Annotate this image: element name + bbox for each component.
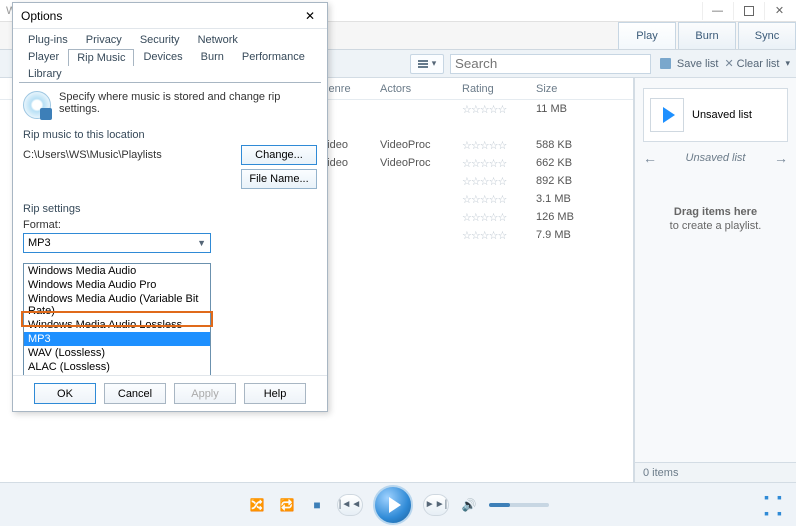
search-input[interactable] bbox=[450, 54, 651, 74]
col-actors[interactable]: Actors bbox=[380, 83, 462, 95]
cell-rating[interactable]: ☆☆☆☆☆ bbox=[462, 139, 536, 152]
dialog-intro: Specify where music is stored and change… bbox=[59, 91, 317, 115]
cell-size: 7.9 MB bbox=[536, 229, 596, 241]
cancel-button[interactable]: Cancel bbox=[104, 383, 166, 404]
rip-music-icon bbox=[23, 91, 51, 119]
format-combo[interactable]: MP3 ▼ bbox=[23, 233, 211, 253]
apply-button[interactable]: Apply bbox=[174, 383, 236, 404]
minimize-button[interactable] bbox=[702, 2, 732, 20]
tab-network[interactable]: Network bbox=[189, 31, 247, 48]
shuffle-button[interactable]: 🔀 bbox=[247, 495, 267, 515]
save-list-button[interactable]: Save list bbox=[677, 58, 719, 70]
drop-sub: to create a playlist. bbox=[670, 220, 762, 232]
cell-rating[interactable]: ☆☆☆☆☆ bbox=[462, 229, 536, 242]
status-bar: 0 items bbox=[635, 462, 796, 482]
chevron-down-icon: ▼ bbox=[197, 238, 206, 248]
format-value: MP3 bbox=[28, 237, 51, 249]
playlist-tile-label: Unsaved list bbox=[692, 109, 752, 121]
cell-actors: VideoProc bbox=[380, 157, 462, 169]
tab-rip-music[interactable]: Rip Music bbox=[68, 49, 134, 66]
list-menu-chevron[interactable]: ▾ bbox=[785, 58, 790, 69]
cell-rating[interactable]: ☆☆☆☆☆ bbox=[462, 157, 536, 170]
cell-size: 126 MB bbox=[536, 211, 596, 223]
format-label: Format: bbox=[23, 219, 317, 231]
format-option[interactable]: Windows Media Audio bbox=[24, 264, 210, 278]
close-button[interactable] bbox=[764, 2, 794, 20]
cell-size: 662 KB bbox=[536, 157, 596, 169]
col-size[interactable]: Size bbox=[536, 83, 596, 95]
dialog-close-button[interactable]: ✕ bbox=[301, 7, 319, 25]
format-option[interactable]: Windows Media Audio Lossless bbox=[24, 318, 210, 332]
change-location-button[interactable]: Change... bbox=[241, 145, 317, 165]
volume-slider[interactable] bbox=[489, 503, 549, 507]
mini-view-button[interactable]: ▪ ▪▪ ▪ bbox=[764, 489, 784, 521]
tab-performance[interactable]: Performance bbox=[233, 48, 314, 65]
format-option[interactable]: WAV (Lossless) bbox=[24, 346, 210, 360]
col-genre[interactable]: Genre bbox=[320, 83, 380, 95]
cell-size: 892 KB bbox=[536, 175, 596, 187]
col-rating[interactable]: Rating bbox=[462, 83, 536, 95]
cell-genre: Video bbox=[320, 157, 380, 169]
format-option[interactable]: ALAC (Lossless) bbox=[24, 360, 210, 374]
tab-plugins[interactable]: Plug-ins bbox=[19, 31, 77, 48]
tab-security[interactable]: Security bbox=[131, 31, 189, 48]
tab-player[interactable]: Player bbox=[19, 48, 68, 65]
format-option[interactable]: Windows Media Audio Pro bbox=[24, 278, 210, 292]
prev-list-button[interactable]: ← bbox=[643, 150, 657, 166]
cell-size: 11 MB bbox=[536, 103, 596, 115]
view-mode-button[interactable] bbox=[410, 54, 444, 74]
play-pause-button[interactable] bbox=[373, 485, 413, 525]
maximize-button[interactable] bbox=[733, 2, 763, 20]
ok-button[interactable]: OK bbox=[34, 383, 96, 404]
format-option[interactable]: FLAC (Lossless) bbox=[24, 374, 210, 375]
drop-zone[interactable]: Drag items here to create a playlist. bbox=[635, 166, 796, 462]
rip-path: C:\Users\WS\Music\Playlists bbox=[23, 149, 162, 161]
next-list-button[interactable]: → bbox=[774, 150, 788, 166]
cell-rating[interactable]: ☆☆☆☆☆ bbox=[462, 211, 536, 224]
rip-settings-label: Rip settings bbox=[23, 203, 317, 215]
save-list-icon bbox=[660, 58, 671, 69]
help-button[interactable]: Help bbox=[244, 383, 306, 404]
cell-rating[interactable]: ☆☆☆☆☆ bbox=[462, 103, 536, 116]
stop-button[interactable]: ■ bbox=[307, 495, 327, 515]
tab-devices[interactable]: Devices bbox=[134, 48, 191, 65]
repeat-button[interactable]: 🔁 bbox=[277, 495, 297, 515]
cell-rating[interactable]: ☆☆☆☆☆ bbox=[462, 175, 536, 188]
tab-play[interactable]: Play bbox=[618, 22, 676, 49]
format-dropdown[interactable]: Windows Media AudioWindows Media Audio P… bbox=[23, 263, 211, 375]
prev-track-button[interactable]: |◄◄ bbox=[337, 494, 363, 516]
dialog-title: Options bbox=[21, 9, 62, 23]
tab-privacy[interactable]: Privacy bbox=[77, 31, 131, 48]
clear-list-button[interactable]: Clear list bbox=[724, 57, 779, 70]
cell-size: 3.1 MB bbox=[536, 193, 596, 205]
rip-location-label: Rip music to this location bbox=[23, 129, 317, 141]
play-icon bbox=[650, 98, 684, 132]
tab-library[interactable]: Library bbox=[19, 65, 71, 82]
tab-burn-options[interactable]: Burn bbox=[192, 48, 233, 65]
cell-size: 588 KB bbox=[536, 139, 596, 151]
cell-rating[interactable]: ☆☆☆☆☆ bbox=[462, 193, 536, 206]
format-option[interactable]: Windows Media Audio (Variable Bit Rate) bbox=[24, 292, 210, 318]
tab-sync[interactable]: Sync bbox=[738, 22, 796, 49]
cell-genre: Video bbox=[320, 139, 380, 151]
cell-actors: VideoProc bbox=[380, 139, 462, 151]
player-controls: 🔀 🔁 ■ |◄◄ ►►| 🔊 ▪ ▪▪ ▪ bbox=[0, 482, 796, 526]
options-dialog: Options ✕ Plug-ins Privacy Security Netw… bbox=[12, 2, 328, 412]
drop-title: Drag items here bbox=[674, 206, 757, 218]
file-name-button[interactable]: File Name... bbox=[241, 169, 317, 189]
playlist-tile[interactable]: Unsaved list bbox=[643, 88, 788, 142]
format-option[interactable]: MP3 bbox=[24, 332, 210, 346]
tab-burn[interactable]: Burn bbox=[678, 22, 736, 49]
mute-button[interactable]: 🔊 bbox=[459, 495, 479, 515]
next-track-button[interactable]: ►►| bbox=[423, 494, 449, 516]
current-list-name: Unsaved list bbox=[686, 152, 746, 164]
now-playing-panel: Unsaved list ← Unsaved list → Drag items… bbox=[634, 78, 796, 482]
